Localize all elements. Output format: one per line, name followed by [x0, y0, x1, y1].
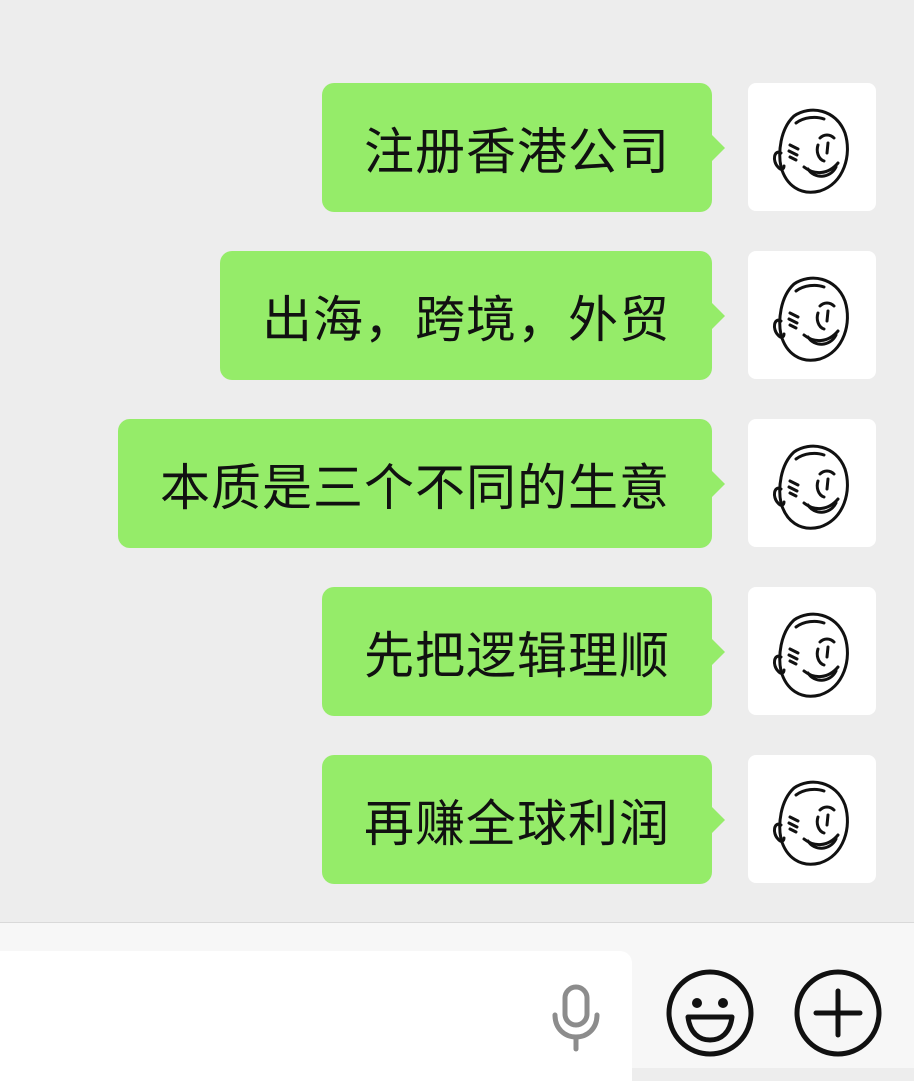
- avatar[interactable]: [748, 587, 876, 715]
- message-row: 本质是三个不同的生意: [0, 419, 914, 549]
- avatar[interactable]: [748, 251, 876, 379]
- chat-area: 注册香港公司 出海，跨境，外贸 本质是三个不同的生意 先把逻辑理顺 再赚全球利润: [0, 0, 914, 922]
- cartoon-face-icon: [772, 780, 849, 866]
- cartoon-face-icon: [772, 276, 849, 362]
- message-bubble[interactable]: 再赚全球利润: [322, 755, 725, 884]
- message-bubble[interactable]: 本质是三个不同的生意: [118, 419, 725, 548]
- message-text: 出海，跨境，外贸: [262, 290, 670, 349]
- cartoon-face-icon: [772, 612, 849, 698]
- message-text: 先把逻辑理顺: [364, 626, 670, 685]
- microphone-icon: [552, 984, 600, 1052]
- plus-circle-icon: [794, 969, 882, 1057]
- message-text: 再赚全球利润: [364, 794, 670, 853]
- voice-button[interactable]: [545, 983, 607, 1053]
- message-row: 再赚全球利润: [0, 755, 914, 885]
- message-text: 本质是三个不同的生意: [160, 458, 670, 517]
- avatar[interactable]: [748, 83, 876, 211]
- smiley-face-icon: [666, 969, 754, 1057]
- cartoon-face-icon: [772, 108, 849, 194]
- avatar[interactable]: [748, 419, 876, 547]
- more-button[interactable]: [792, 967, 884, 1059]
- message-row: 出海，跨境，外贸: [0, 251, 914, 381]
- cartoon-face-icon: [772, 444, 849, 530]
- message-bubble[interactable]: 先把逻辑理顺: [322, 587, 725, 716]
- message-bubble[interactable]: 注册香港公司: [322, 83, 725, 212]
- message-bubble[interactable]: 出海，跨境，外贸: [220, 251, 725, 380]
- message-text: 注册香港公司: [364, 122, 670, 181]
- message-input[interactable]: [0, 951, 632, 1081]
- message-row: 先把逻辑理顺: [0, 587, 914, 717]
- message-row: 注册香港公司: [0, 83, 914, 213]
- avatar[interactable]: [748, 755, 876, 883]
- emoji-button[interactable]: [664, 967, 756, 1059]
- input-toolbar: [0, 922, 914, 1081]
